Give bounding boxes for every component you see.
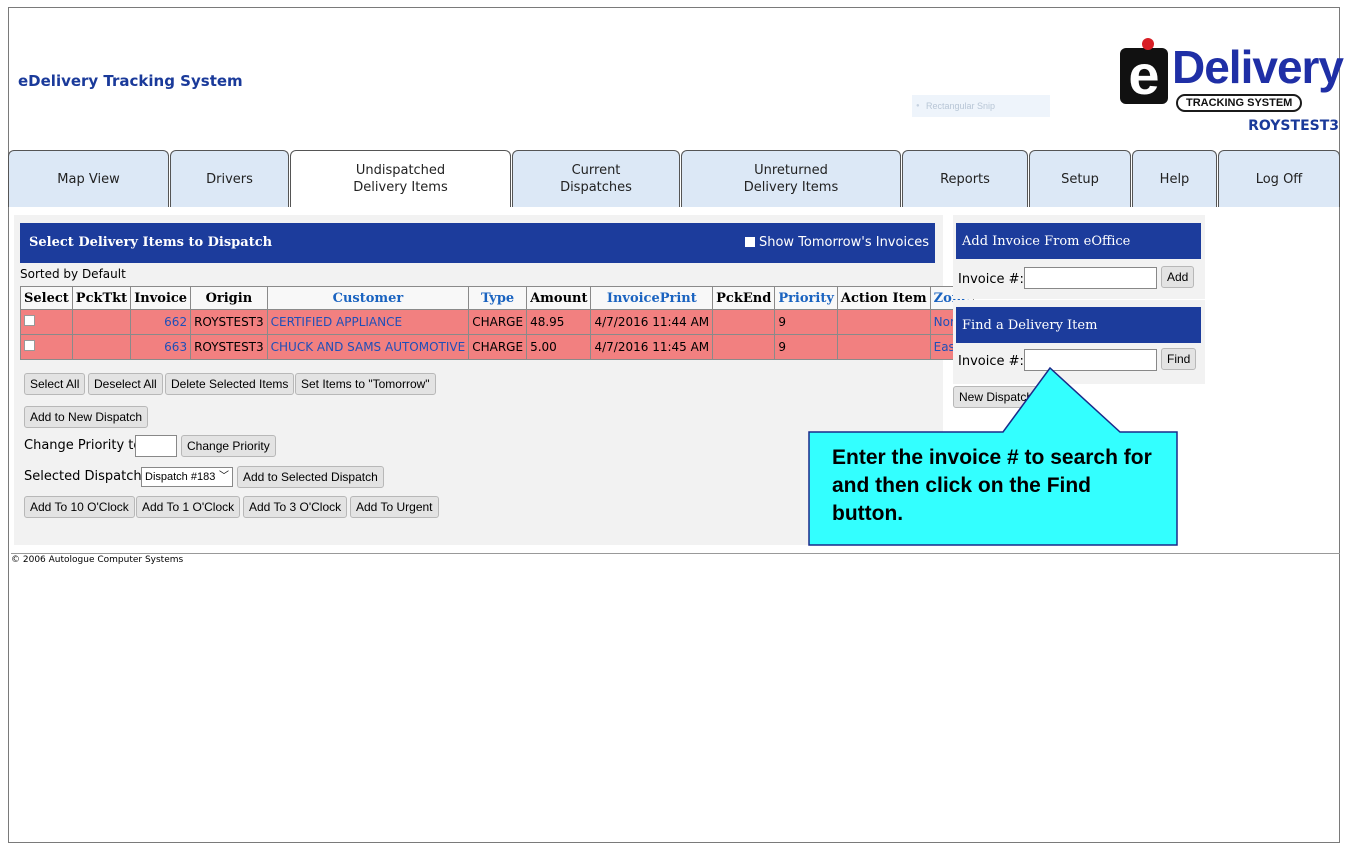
footer-copyright: © 2006 Autologue Computer Systems: [11, 553, 1340, 565]
callout-text: Enter the invoice # to search for and th…: [832, 446, 1152, 525]
callout-shape: [808, 366, 1178, 546]
